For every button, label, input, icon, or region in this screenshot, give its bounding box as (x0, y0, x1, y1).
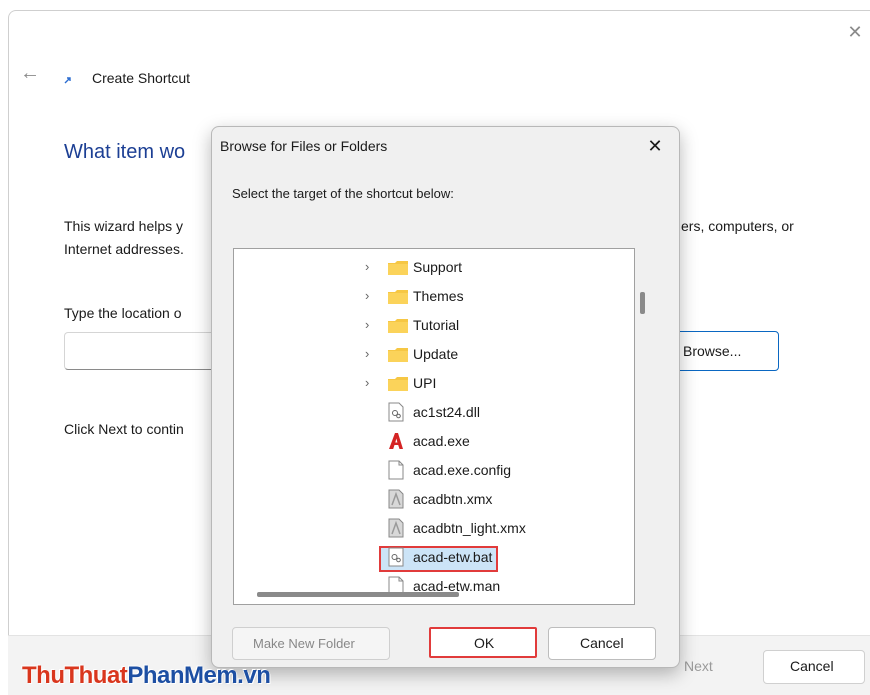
tree-item-support[interactable]: › Support (234, 253, 634, 282)
xmx-file-icon (388, 489, 404, 509)
folder-tree[interactable]: › Support › Themes › Tutorial › Update ›… (233, 248, 635, 605)
chevron-right-icon[interactable]: › (365, 346, 375, 361)
folder-icon (388, 290, 408, 304)
bat-file-icon (388, 547, 404, 567)
wizard-cancel-label: Cancel (790, 658, 834, 674)
tree-item-label: acadbtn_light.xmx (413, 520, 526, 536)
dll-file-icon (388, 402, 404, 422)
blank-file-icon (388, 460, 404, 480)
xmx-file-icon (388, 518, 404, 538)
wizard-description-line2: Internet addresses. (64, 241, 184, 257)
tree-item-label: ac1st24.dll (413, 404, 480, 420)
chevron-right-icon[interactable]: › (365, 317, 375, 332)
folder-icon (388, 261, 408, 275)
autocad-exe-icon (389, 433, 403, 449)
browse-dialog: Browse for Files or Folders ✕ Select the… (211, 126, 680, 668)
tree-item-label: Themes (413, 288, 464, 304)
chevron-right-icon[interactable]: › (365, 288, 375, 303)
chevron-right-icon[interactable]: › (365, 375, 375, 390)
tree-item-label: Tutorial (413, 317, 460, 333)
wizard-description-line1-end: ers, computers, or (681, 218, 794, 234)
tree-item-themes[interactable]: › Themes (234, 282, 634, 311)
tree-item-tutorial[interactable]: › Tutorial (234, 311, 634, 340)
watermark-part1: ThuThuat (22, 662, 128, 689)
dialog-title: Browse for Files or Folders (220, 138, 388, 154)
tree-item-ac1st24-dll[interactable]: ac1st24.dll (234, 398, 634, 427)
next-button-label: Next (684, 658, 713, 674)
browse-button-label: Browse... (683, 343, 742, 359)
back-arrow-icon[interactable]: ← (20, 63, 40, 83)
folder-icon (388, 377, 408, 391)
tree-item-label: acadbtn.xmx (413, 491, 493, 507)
tree-item-label: Support (413, 259, 463, 275)
dialog-prompt: Select the target of the shortcut below: (232, 186, 454, 201)
dialog-cancel-button[interactable]: Cancel (548, 627, 656, 660)
tree-item-label: acad-etw.bat (413, 549, 493, 565)
wizard-close-icon[interactable]: ✕ (845, 22, 865, 42)
wizard-cancel-button[interactable]: Cancel (763, 650, 865, 684)
tree-item-upi[interactable]: › UPI (234, 369, 634, 398)
shortcut-arrow-icon (63, 76, 72, 85)
wizard-title: Create Shortcut (92, 70, 191, 86)
vertical-scrollbar-thumb[interactable] (640, 292, 645, 314)
tree-item-acad-exe[interactable]: acad.exe (234, 427, 634, 456)
tree-item-label: Update (413, 346, 459, 362)
tree-item-acad-etw-bat[interactable]: acad-etw.bat (234, 543, 634, 572)
tree-item-label: UPI (413, 375, 437, 391)
watermark-part3: .vn (237, 662, 271, 689)
horizontal-scrollbar-thumb[interactable] (257, 592, 459, 597)
make-new-folder-button[interactable]: Make New Folder (232, 627, 390, 660)
wizard-next-instruction: Click Next to contin (64, 421, 184, 437)
folder-icon (388, 319, 408, 333)
folder-icon (388, 348, 408, 362)
location-input[interactable] (64, 332, 216, 370)
ok-button[interactable]: OK (429, 627, 537, 658)
wizard-heading: What item wo (64, 141, 186, 163)
watermark-part2: PhanMem (127, 662, 238, 689)
tree-item-acadbtn-light-xmx[interactable]: acadbtn_light.xmx (234, 514, 634, 543)
tree-item-label: acad.exe.config (413, 462, 512, 478)
location-label: Type the location o (64, 305, 182, 321)
make-new-folder-label: Make New Folder (253, 636, 355, 651)
ok-button-label: OK (474, 635, 495, 651)
dialog-close-icon[interactable]: ✕ (644, 135, 666, 157)
dialog-cancel-label: Cancel (580, 635, 624, 651)
chevron-right-icon[interactable]: › (365, 259, 375, 274)
tree-item-acad-exe-config[interactable]: acad.exe.config (234, 456, 634, 485)
tree-item-update[interactable]: › Update (234, 340, 634, 369)
tree-item-acadbtn-xmx[interactable]: acadbtn.xmx (234, 485, 634, 514)
wizard-description-line1: This wizard helps y (64, 218, 184, 234)
watermark-logo: ThuThuatPhanMem.vn (22, 662, 271, 690)
tree-item-label: acad.exe (413, 433, 470, 449)
